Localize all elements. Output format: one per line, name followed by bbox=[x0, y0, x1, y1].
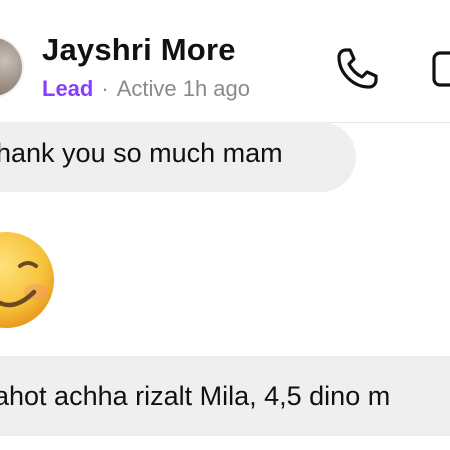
contact-name[interactable]: Jayshri More bbox=[42, 32, 236, 68]
chat-screen: Jayshri More Lead · Active 1h ago hank you… bbox=[0, 0, 450, 450]
lead-badge: Lead bbox=[42, 76, 94, 101]
smiling-face-emoji bbox=[0, 232, 54, 328]
call-button[interactable] bbox=[332, 42, 384, 94]
message-text: ahot achha rizalt Mila, 4,5 dino m bbox=[0, 381, 391, 411]
status-separator: · bbox=[101, 76, 109, 101]
avatar[interactable] bbox=[0, 36, 24, 98]
emoji-message[interactable] bbox=[0, 230, 56, 330]
active-status: Active 1h ago bbox=[116, 76, 250, 101]
message-bubble[interactable]: hank you so much mam bbox=[0, 122, 356, 192]
video-call-button[interactable] bbox=[428, 44, 450, 92]
chat-header: Jayshri More Lead · Active 1h ago bbox=[0, 0, 450, 123]
video-camera-icon bbox=[432, 51, 450, 87]
phone-icon bbox=[337, 48, 378, 89]
status-row: Lead · Active 1h ago bbox=[42, 76, 250, 102]
message-bubble[interactable]: ahot achha rizalt Mila, 4,5 dino m bbox=[0, 356, 450, 436]
message-text: hank you so much mam bbox=[0, 138, 283, 168]
